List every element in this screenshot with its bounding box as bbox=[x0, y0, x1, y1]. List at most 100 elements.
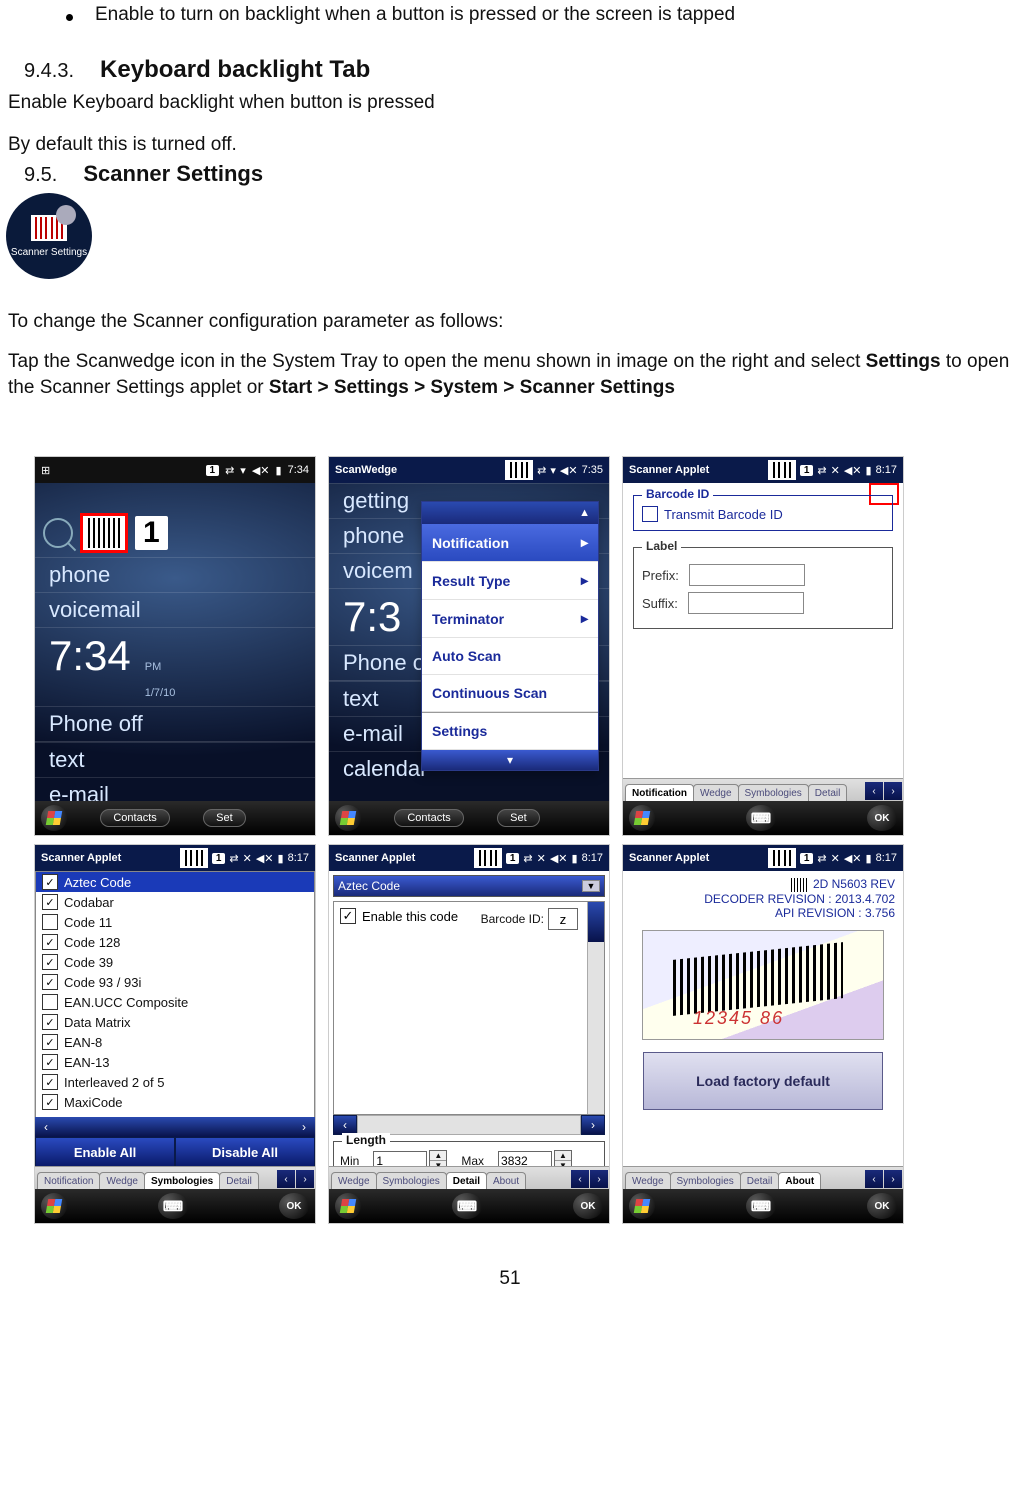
suffix-input[interactable] bbox=[688, 592, 804, 614]
tab-scroll-right[interactable]: › bbox=[884, 782, 902, 800]
list-scrollbar[interactable]: ‹ › bbox=[35, 1117, 315, 1137]
notification-badge[interactable]: 1 bbox=[800, 465, 814, 476]
tab-detail[interactable]: Detail bbox=[740, 1172, 780, 1189]
symbology-row[interactable]: Aztec Code bbox=[36, 872, 314, 892]
tab-symbologies[interactable]: Symbologies bbox=[670, 1172, 741, 1189]
scanwedge-icon bbox=[180, 848, 208, 868]
bullet-text: Enable to turn on backlight when a butto… bbox=[95, 4, 735, 26]
scanwedge-tray-icon[interactable] bbox=[83, 516, 125, 550]
symbology-row[interactable]: EAN-13 bbox=[36, 1052, 314, 1072]
symbology-row[interactable]: MaxiCode bbox=[36, 1092, 314, 1112]
symbology-row[interactable]: Data Matrix bbox=[36, 1012, 314, 1032]
symbology-row[interactable]: Code 11 bbox=[36, 912, 314, 932]
keyboard-button[interactable] bbox=[746, 1193, 776, 1219]
tab-notification[interactable]: Notification bbox=[625, 784, 694, 801]
keyboard-button[interactable] bbox=[746, 805, 776, 831]
symbology-row[interactable]: Code 39 bbox=[36, 952, 314, 972]
contacts-button[interactable]: Contacts bbox=[394, 809, 463, 827]
tab-wedge[interactable]: Wedge bbox=[99, 1172, 145, 1189]
tab-detail[interactable]: Detail bbox=[446, 1172, 487, 1189]
symbology-select[interactable]: Aztec Code ▼ bbox=[333, 875, 605, 897]
symbology-row[interactable]: Code 128 bbox=[36, 932, 314, 952]
symbology-label: EAN-13 bbox=[64, 1055, 110, 1070]
clock-label: 7:35 bbox=[582, 464, 603, 476]
start-icon[interactable]: ⊞ bbox=[41, 464, 50, 477]
symbology-label: EAN-8 bbox=[64, 1035, 102, 1050]
symbology-label: Data Matrix bbox=[64, 1015, 130, 1030]
home-item-phone[interactable]: phone bbox=[35, 557, 315, 592]
volume-icon: ◀✕ bbox=[560, 464, 578, 477]
clock-label: 8:17 bbox=[876, 464, 897, 476]
menu-up-icon[interactable]: ▲ bbox=[579, 507, 590, 519]
symbology-list[interactable]: Aztec Code Codabar Code 11Code 128Code 39 C… bbox=[35, 871, 315, 1131]
ok-button[interactable]: OK bbox=[867, 1193, 897, 1219]
section-title: Scanner Settings bbox=[83, 161, 263, 187]
menu-auto-scan[interactable]: Auto Scan bbox=[422, 638, 598, 675]
transmit-barcode-id-checkbox[interactable]: Transmit Barcode ID bbox=[642, 506, 884, 522]
panel-scrollbar[interactable]: ‹› bbox=[333, 1115, 605, 1135]
keyboard-button[interactable] bbox=[452, 1193, 482, 1219]
scroll-right-icon[interactable]: › bbox=[293, 1117, 315, 1137]
notification-badge[interactable]: 1 bbox=[206, 465, 220, 476]
phone-off-label: Phone off bbox=[35, 706, 315, 742]
home-item-text[interactable]: text bbox=[35, 742, 315, 777]
paragraph: Tap the Scanwedge icon in the System Tra… bbox=[8, 349, 1016, 400]
menu-notification[interactable]: Notification▸ bbox=[422, 524, 598, 562]
symbology-row[interactable]: Interleaved 2 of 5 bbox=[36, 1072, 314, 1092]
start-button[interactable] bbox=[335, 805, 361, 831]
tab-detail[interactable]: Detail bbox=[219, 1172, 259, 1189]
tab-wedge[interactable]: Wedge bbox=[693, 784, 739, 801]
barcode-id-input[interactable] bbox=[548, 908, 578, 930]
start-button[interactable] bbox=[629, 1193, 655, 1219]
tab-wedge[interactable]: Wedge bbox=[331, 1172, 377, 1189]
prefix-input[interactable] bbox=[689, 564, 805, 586]
tab-notification[interactable]: Notification bbox=[37, 1172, 100, 1189]
keyboard-button[interactable] bbox=[158, 1193, 188, 1219]
start-button[interactable] bbox=[41, 1193, 67, 1219]
start-button[interactable] bbox=[335, 1193, 361, 1219]
set-button[interactable]: Set bbox=[203, 809, 246, 827]
tab-about[interactable]: About bbox=[778, 1172, 821, 1189]
contacts-button[interactable]: Contacts bbox=[100, 809, 169, 827]
disable-all-button[interactable]: Disable All bbox=[175, 1137, 315, 1167]
start-button[interactable] bbox=[41, 805, 67, 831]
menu-down-icon[interactable]: ▾ bbox=[507, 753, 513, 767]
section-95: 9.5. Scanner Settings bbox=[24, 161, 1016, 187]
start-button[interactable] bbox=[629, 805, 655, 831]
ok-button[interactable]: OK bbox=[573, 1193, 603, 1219]
tab-wedge[interactable]: Wedge bbox=[625, 1172, 671, 1189]
set-button[interactable]: Set bbox=[497, 809, 540, 827]
enable-all-button[interactable]: Enable All bbox=[35, 1137, 175, 1167]
symbology-row[interactable]: EAN-8 bbox=[36, 1032, 314, 1052]
tab-symbologies[interactable]: Symbologies bbox=[376, 1172, 447, 1189]
scanwedge-menu: ▲ Notification▸ Result Type▸ Terminator▸… bbox=[421, 501, 599, 771]
tab-symbologies[interactable]: Symbologies bbox=[738, 784, 809, 801]
symbology-row[interactable]: Code 93 / 93i bbox=[36, 972, 314, 992]
symbology-label: Codabar bbox=[64, 895, 114, 910]
screenshot-notification-tab: Scanner Applet 1 ⇄ ✕ ◀✕ ▮ 8:17 Barcode I… bbox=[622, 456, 904, 836]
scroll-left-icon[interactable]: ‹ bbox=[35, 1117, 57, 1137]
load-factory-default-button[interactable]: Load factory default bbox=[643, 1052, 883, 1110]
battery-icon: ▮ bbox=[866, 464, 872, 477]
ok-button[interactable]: OK bbox=[867, 805, 897, 831]
paragraph: By default this is turned off. bbox=[8, 132, 1016, 158]
label-group: Label Prefix: Suffix: bbox=[633, 547, 893, 629]
tab-about[interactable]: About bbox=[486, 1172, 526, 1189]
menu-result-type[interactable]: Result Type▸ bbox=[422, 562, 598, 600]
home-item-voicemail[interactable]: voicemail bbox=[35, 592, 315, 627]
menu-continuous-scan[interactable]: Continuous Scan bbox=[422, 675, 598, 712]
tab-detail[interactable]: Detail bbox=[808, 784, 848, 801]
menu-terminator[interactable]: Terminator▸ bbox=[422, 600, 598, 638]
tab-scroll-left[interactable]: ‹ bbox=[865, 782, 883, 800]
pager-badge[interactable]: 1 bbox=[135, 516, 168, 550]
ok-button[interactable]: OK bbox=[279, 1193, 309, 1219]
symbology-label: Code 93 / 93i bbox=[64, 975, 141, 990]
symbology-label: Aztec Code bbox=[64, 875, 131, 890]
vertical-scrollbar[interactable] bbox=[587, 902, 604, 1114]
tab-symbologies[interactable]: Symbologies bbox=[144, 1172, 220, 1189]
symbology-row[interactable]: Codabar bbox=[36, 892, 314, 912]
menu-settings[interactable]: Settings bbox=[422, 713, 598, 750]
zoom-icon[interactable] bbox=[43, 518, 73, 548]
scanwedge-icon bbox=[768, 460, 796, 480]
symbology-row[interactable]: EAN.UCC Composite bbox=[36, 992, 314, 1012]
